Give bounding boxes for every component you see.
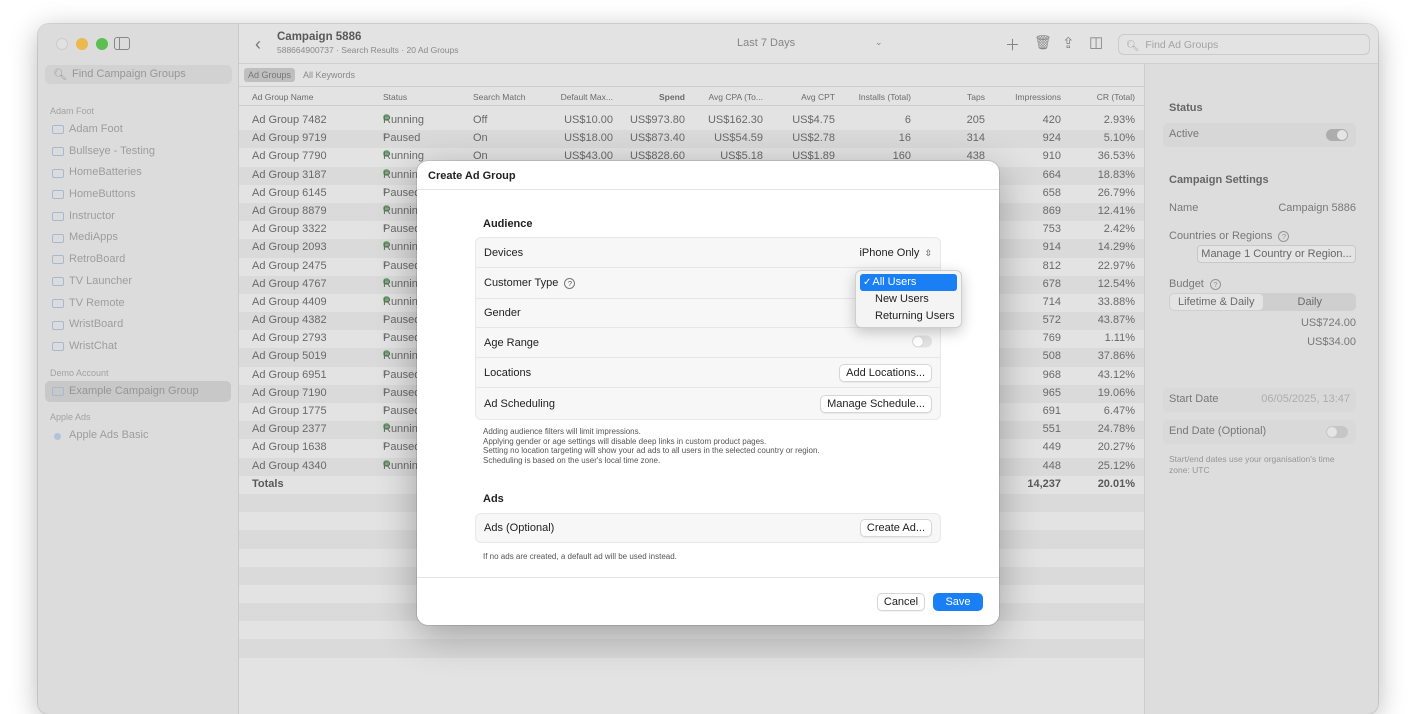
age-range-row: Age Range xyxy=(476,328,940,358)
age-range-label: Age Range xyxy=(484,336,540,349)
dialog-title: Create Ad Group xyxy=(428,170,516,182)
audience-form: Devices iPhone Only ⇳ Customer Type ? Ge… xyxy=(475,237,941,420)
customer-type-label-group: Customer Type ? xyxy=(484,277,576,289)
divider xyxy=(417,189,999,190)
ads-header: Ads xyxy=(483,493,504,505)
customer-type-label: Customer Type xyxy=(484,277,559,289)
note-line: Scheduling is based on the user's local … xyxy=(483,455,661,465)
note-line: Adding audience filters will limit impre… xyxy=(483,427,641,436)
locations-label: Locations xyxy=(484,366,532,379)
ads-note: If no ads are created, a default ad will… xyxy=(483,552,677,561)
audience-notes: Adding audience filters will limit impre… xyxy=(483,427,820,465)
audience-header: Audience xyxy=(483,218,533,230)
ad-scheduling-row: Ad Scheduling Manage Schedule... xyxy=(476,388,940,419)
create-ad-group-dialog: Create Ad Group Audience Devices iPhone … xyxy=(417,161,999,625)
ad-scheduling-label: Ad Scheduling xyxy=(484,397,555,410)
menu-item-all-users[interactable]: ✓All Users xyxy=(860,274,957,291)
ads-label: Ads (Optional) xyxy=(484,522,555,534)
locations-row: Locations Add Locations... xyxy=(476,358,940,388)
ads-row: Ads (Optional) Create Ad... xyxy=(476,514,940,542)
checkmark-icon: ✓ xyxy=(863,277,872,288)
menu-item-new-users[interactable]: New Users xyxy=(860,291,957,308)
create-ad-button[interactable]: Create Ad... xyxy=(859,519,932,537)
chevron-updown-icon: ⇳ xyxy=(924,247,932,258)
divider xyxy=(417,577,999,578)
devices-value: iPhone Only xyxy=(859,246,920,259)
gender-label: Gender xyxy=(484,307,521,319)
note-line: Applying gender or age settings will dis… xyxy=(483,436,767,446)
toggle-switch[interactable] xyxy=(912,335,932,347)
devices-select[interactable]: iPhone Only ⇳ xyxy=(859,247,932,259)
age-range-toggle[interactable] xyxy=(912,335,932,350)
help-icon[interactable]: ? xyxy=(564,278,576,289)
ads-form: Ads (Optional) Create Ad... xyxy=(475,513,941,543)
devices-row: Devices iPhone Only ⇳ xyxy=(476,238,940,268)
menu-item-returning-users[interactable]: Returning Users xyxy=(860,308,957,325)
devices-label: Devices xyxy=(484,246,524,259)
customer-type-menu: ✓All Users New Users Returning Users xyxy=(855,270,962,328)
add-locations-button[interactable]: Add Locations... xyxy=(839,363,932,382)
manage-schedule-button[interactable]: Manage Schedule... xyxy=(820,394,932,413)
save-button[interactable]: Save xyxy=(933,593,983,611)
cancel-button[interactable]: Cancel xyxy=(877,593,925,611)
note-line: Setting no location targeting will show … xyxy=(483,446,820,455)
